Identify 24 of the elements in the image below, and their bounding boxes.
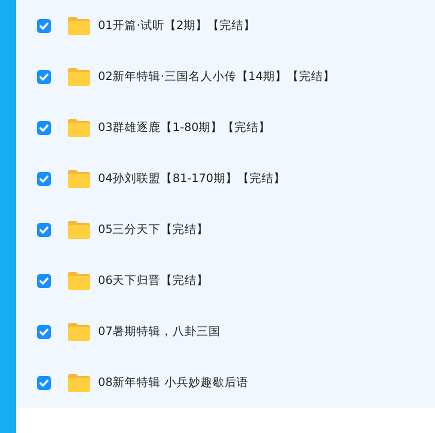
folder-icon [67,322,91,342]
checkbox[interactable] [37,18,51,32]
checkbox[interactable] [37,376,51,390]
folder-name[interactable]: 02新年特辑·三国名人小传【14期】【完结】 [98,69,335,84]
folder-name[interactable]: 05三分天下【完结】 [98,222,209,237]
folder-name[interactable]: 01开篇·试听【2期】【完结】 [98,18,256,33]
folder-icon [67,118,91,138]
folder-name[interactable]: 03群雄逐鹿【1-80期】【完结】 [98,120,271,135]
folder-name[interactable]: 06天下归晋【完结】 [98,273,209,288]
folder-icon [67,16,91,36]
folder-icon [67,270,91,290]
folder-icon [67,220,91,240]
folder-name[interactable]: 04孙刘联盟【81-170期】【完结】 [98,171,286,186]
checkbox[interactable] [37,324,51,338]
folder-icon [67,168,91,188]
checkbox[interactable] [37,274,51,288]
folder-name[interactable]: 08新年特辑 小兵妙趣歇后语 [98,375,248,390]
checkbox[interactable] [37,70,51,84]
checkbox[interactable] [37,120,51,134]
checkbox[interactable] [37,222,51,236]
checkbox[interactable] [37,172,51,186]
folder-name[interactable]: 07暑期特辑，八卦三国 [98,324,221,339]
folder-icon [67,66,91,86]
folder-icon [67,372,91,392]
